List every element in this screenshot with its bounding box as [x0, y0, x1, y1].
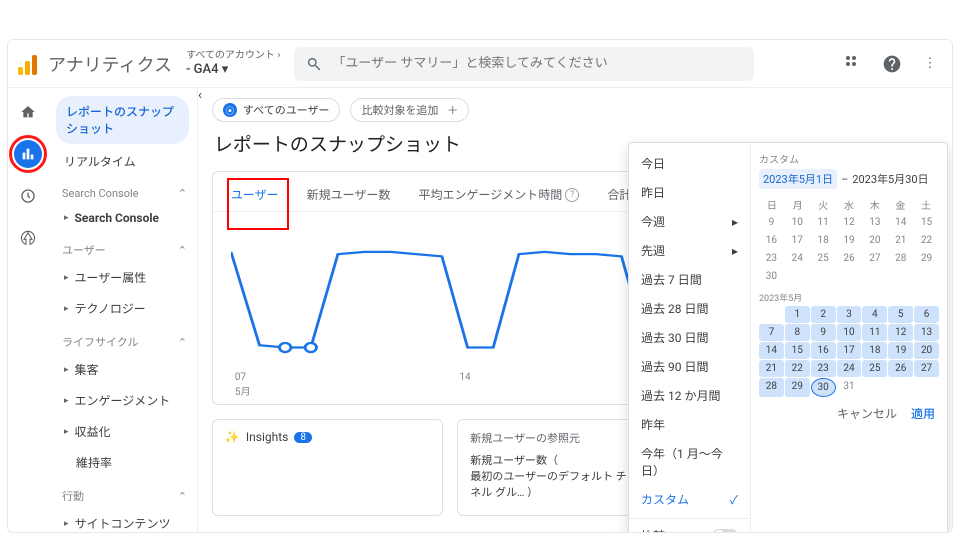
cancel-button[interactable]: キャンセル — [837, 405, 897, 422]
account-picker[interactable]: すべてのアカウント › - GA4 ▾ — [186, 50, 280, 78]
preset-last-year[interactable]: 昨年 — [629, 410, 750, 439]
sidebar-user-header: ユーザー⌃ — [48, 232, 197, 262]
search-icon — [306, 56, 322, 72]
sidebar-user-attr[interactable]: ▸ユーザー属性 — [48, 262, 197, 293]
tab-users[interactable]: ユーザー — [231, 186, 279, 203]
sidebar-life-header: ライフサイクル⌃ — [48, 324, 197, 354]
preset-last-week[interactable]: 先週▸ — [629, 236, 750, 265]
kebab-icon[interactable]: ⋮ — [918, 52, 942, 76]
rail-ads-icon[interactable] — [14, 224, 42, 252]
chip-add-compare[interactable]: 比較対象を追加 ＋ — [350, 98, 469, 122]
account-label: すべてのアカウント › — [186, 50, 280, 62]
sidebar-tech[interactable]: ▸テクノロジー — [48, 293, 197, 324]
preset-list: 今日 昨日 今週▸ 先週▸ 過去 7 日間 過去 28 日間 過去 30 日間 … — [629, 143, 751, 532]
sidebar: レポートのスナップショット リアルタイム Search Console⌃ ▸Se… — [48, 88, 198, 532]
end-date[interactable]: 2023年5月30日 — [852, 171, 928, 187]
help-icon[interactable]: ? — [565, 188, 579, 202]
range-display: 2023年5月1日 – 2023年5月30日 — [759, 169, 939, 189]
preset-7d[interactable]: 過去 7 日間 — [629, 265, 750, 294]
start-date[interactable]: 2023年5月1日 — [759, 169, 837, 189]
range-head: カスタム — [759, 151, 939, 166]
apps-icon[interactable] — [842, 52, 866, 76]
compare-label: 比較 — [641, 527, 665, 532]
sidebar-snapshot[interactable]: レポートのスナップショット — [56, 96, 189, 144]
main-area: ⦿すべてのユーザー 比較対象を追加 ＋ レポートのスナップショット ユーザー 新… — [202, 88, 952, 532]
sidebar-sc-item[interactable]: ▸Search Console — [48, 204, 197, 232]
sidebar-realtime[interactable]: リアルタイム — [48, 146, 197, 177]
search-input[interactable] — [332, 56, 742, 71]
ga-logo-icon — [18, 53, 40, 75]
rail-home-icon[interactable] — [14, 98, 42, 126]
rail-explore-icon[interactable] — [14, 182, 42, 210]
preset-30d[interactable]: 過去 30 日間 — [629, 323, 750, 352]
preset-28d[interactable]: 過去 28 日間 — [629, 294, 750, 323]
compare-toggle-row: 比較 — [629, 518, 750, 532]
tab-new-users[interactable]: 新規ユーザー数 — [307, 186, 391, 203]
preset-ytd[interactable]: 今年（1 月～今日） — [629, 439, 750, 485]
nav-rail — [8, 88, 48, 532]
preset-90d[interactable]: 過去 90 日間 — [629, 352, 750, 381]
search-box[interactable] — [294, 47, 754, 81]
help-icon[interactable] — [880, 52, 904, 76]
insights-card[interactable]: ✨Insights8 — [212, 419, 443, 516]
preset-this-week[interactable]: 今週▸ — [629, 207, 750, 236]
preset-12m[interactable]: 過去 12 か月間 — [629, 381, 750, 410]
preset-yesterday[interactable]: 昨日 — [629, 178, 750, 207]
top-bar: アナリティクス すべてのアカウント › - GA4 ▾ ⋮ — [8, 40, 952, 88]
rail-reports-icon[interactable] — [14, 140, 42, 168]
apply-button[interactable]: 適用 — [911, 405, 935, 422]
calendar[interactable]: 日月火水木金土 91011121314151617181920212223242… — [759, 197, 939, 397]
sidebar-eng[interactable]: ▸エンゲージメント — [48, 385, 197, 416]
preset-custom[interactable]: カスタム — [629, 485, 750, 514]
sidebar-site-contents[interactable]: ▸サイトコンテンツ — [48, 508, 197, 532]
month-label: 2023年5月 — [759, 291, 939, 304]
sidebar-retention[interactable]: 維持率 — [48, 447, 197, 478]
compare-switch[interactable] — [712, 529, 738, 533]
chip-all-users[interactable]: ⦿すべてのユーザー — [212, 98, 341, 122]
date-range-panel: 今日 昨日 今週▸ 先週▸ 過去 7 日間 過去 28 日間 過去 30 日間 … — [628, 142, 948, 532]
preset-today[interactable]: 今日 — [629, 149, 750, 178]
sidebar-monet[interactable]: ▸収益化 — [48, 416, 197, 447]
brand-title: アナリティクス — [48, 51, 172, 77]
property-name: - GA4 — [186, 62, 219, 77]
tab-avg-eng[interactable]: 平均エンゲージメント時間? — [418, 186, 579, 203]
sidebar-behavior-header: 行動⌃ — [48, 478, 197, 508]
sidebar-sc-header: Search Console⌃ — [48, 177, 197, 204]
sidebar-acq[interactable]: ▸集客 — [48, 354, 197, 385]
